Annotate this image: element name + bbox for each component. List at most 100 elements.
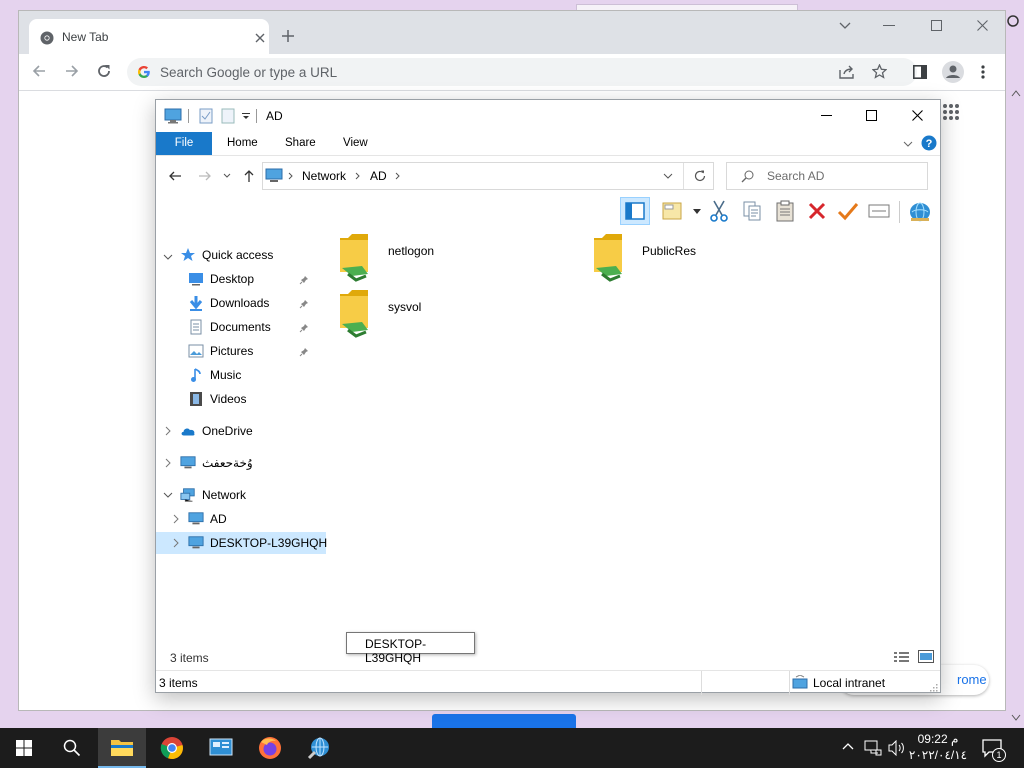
tab-home[interactable]: Home [227, 137, 258, 149]
tree-item-quick-access[interactable]: Quick access [180, 245, 273, 265]
tab-view[interactable]: View [343, 137, 368, 149]
search-box[interactable]: Search AD [726, 162, 928, 190]
pin-icon[interactable] [299, 347, 309, 357]
tree-label: Network [202, 488, 247, 502]
reload-icon[interactable] [96, 63, 112, 79]
apps-grid-icon[interactable] [942, 103, 960, 121]
computer-icon [188, 511, 204, 527]
status-bar: 3 items [156, 648, 940, 668]
taskbar-file-explorer[interactable] [98, 728, 146, 768]
expand-chevron-icon[interactable] [163, 458, 173, 468]
tree-item-ad[interactable]: AD [188, 509, 227, 529]
tree-item-desktop[interactable]: Desktop [188, 269, 254, 289]
tab-file[interactable]: File [156, 132, 212, 155]
checkmark-icon[interactable] [837, 201, 859, 221]
blue-button[interactable] [432, 714, 576, 728]
chrome-icon [160, 736, 184, 760]
back-icon[interactable] [31, 63, 47, 79]
tab-search-icon[interactable] [839, 21, 851, 31]
profile-avatar-icon[interactable] [941, 60, 965, 84]
taskbar-firefox[interactable] [246, 728, 294, 768]
minimize-icon[interactable] [821, 115, 832, 117]
address-dropdown-icon[interactable] [663, 173, 673, 180]
share-icon[interactable] [839, 65, 855, 79]
tab-share[interactable]: Share [285, 137, 316, 149]
search-button[interactable] [48, 728, 96, 768]
cut-icon[interactable] [709, 200, 729, 222]
breadcrumb-network[interactable]: Network [302, 169, 346, 183]
minimize-icon[interactable] [883, 25, 895, 27]
tree-item-this-pc[interactable]: ﻭُﺧﺔﺣﻌﻔﺚ [180, 453, 253, 473]
forward-icon[interactable] [64, 63, 80, 79]
expand-chevron-icon[interactable] [163, 426, 173, 436]
tree-item-desktop-host[interactable]: DESKTOP-L39GHQH [188, 533, 327, 553]
properties-icon[interactable] [199, 108, 213, 124]
tree-item-documents[interactable]: Documents [188, 317, 271, 337]
new-tab-icon[interactable] [281, 29, 295, 43]
scrollbar[interactable] [1008, 88, 1024, 728]
taskbar-chrome[interactable] [148, 728, 196, 768]
collapse-chevron-icon[interactable] [163, 252, 173, 262]
delete-icon[interactable] [808, 202, 826, 220]
network-globe-icon[interactable] [908, 200, 932, 222]
rename-icon[interactable] [868, 203, 890, 219]
resize-grip-icon[interactable] [929, 683, 938, 692]
network-status-icon[interactable] [864, 740, 882, 756]
tree-item-onedrive[interactable]: OneDrive [180, 421, 253, 441]
side-panel-icon[interactable] [913, 65, 927, 79]
maximize-icon[interactable] [866, 110, 877, 121]
help-icon[interactable]: ? [921, 135, 937, 151]
breadcrumb-separator-icon[interactable] [395, 172, 401, 180]
address-bar[interactable]: Network AD [262, 162, 714, 190]
folder-item[interactable]: netlogon [334, 230, 434, 282]
preview-pane-icon[interactable] [620, 197, 650, 225]
pin-icon[interactable] [299, 275, 309, 285]
menu-kebab-icon[interactable] [981, 65, 985, 79]
folder-item[interactable]: PublicRes [588, 230, 696, 282]
volume-icon[interactable] [888, 740, 906, 756]
new-folder-icon[interactable] [221, 108, 235, 124]
tree-item-music[interactable]: Music [188, 365, 241, 385]
collapse-chevron-icon[interactable] [163, 490, 173, 500]
tab-close-icon[interactable] [255, 33, 265, 43]
qat-dropdown-icon[interactable] [242, 113, 250, 121]
details-view-icon[interactable] [894, 651, 910, 663]
large-icons-view-icon[interactable] [918, 650, 934, 663]
tree-item-downloads[interactable]: Downloads [188, 293, 269, 313]
taskbar-control-panel[interactable] [197, 728, 245, 768]
tree-item-network[interactable]: Network [180, 485, 246, 505]
close-icon[interactable] [912, 110, 923, 121]
expand-chevron-icon[interactable] [171, 514, 181, 524]
refresh-icon[interactable] [693, 169, 707, 183]
window-close-icon[interactable] [977, 20, 988, 31]
clock[interactable]: 09:22 م ۲۰۲۲/۰٤/۱٤ [908, 731, 968, 763]
windows-logo-icon [16, 740, 32, 756]
tree-item-pictures[interactable]: Pictures [188, 341, 253, 361]
layout-dropdown-icon[interactable] [693, 209, 701, 215]
pin-icon[interactable] [299, 323, 309, 333]
tree-item-videos[interactable]: Videos [188, 389, 246, 409]
forward-icon[interactable] [198, 169, 212, 183]
taskbar-network-app[interactable] [295, 728, 343, 768]
recent-locations-icon[interactable] [223, 173, 231, 179]
layout-icon[interactable] [662, 201, 684, 221]
tab-new-tab[interactable]: New Tab [29, 19, 269, 54]
back-icon[interactable] [168, 169, 182, 183]
paste-icon[interactable] [775, 200, 795, 222]
folder-item[interactable]: sysvol [334, 286, 421, 338]
maximize-icon[interactable] [931, 20, 942, 31]
breadcrumb-separator-icon[interactable] [355, 172, 361, 180]
breadcrumb-separator-icon[interactable] [288, 172, 294, 180]
up-icon[interactable] [242, 169, 256, 183]
breadcrumb-ad[interactable]: AD [370, 169, 387, 183]
ribbon-expand-icon[interactable] [903, 140, 913, 148]
omnibox[interactable]: Search Google or type a URL [127, 58, 917, 86]
notification-badge: 1 [992, 748, 1006, 762]
bookmark-star-icon[interactable] [872, 64, 887, 79]
tray-chevron-icon[interactable] [842, 742, 854, 750]
pin-icon[interactable] [299, 299, 309, 309]
close-icon[interactable] [1006, 14, 1020, 28]
start-button[interactable] [0, 728, 48, 768]
expand-chevron-icon[interactable] [171, 538, 181, 548]
copy-icon[interactable] [742, 200, 762, 222]
